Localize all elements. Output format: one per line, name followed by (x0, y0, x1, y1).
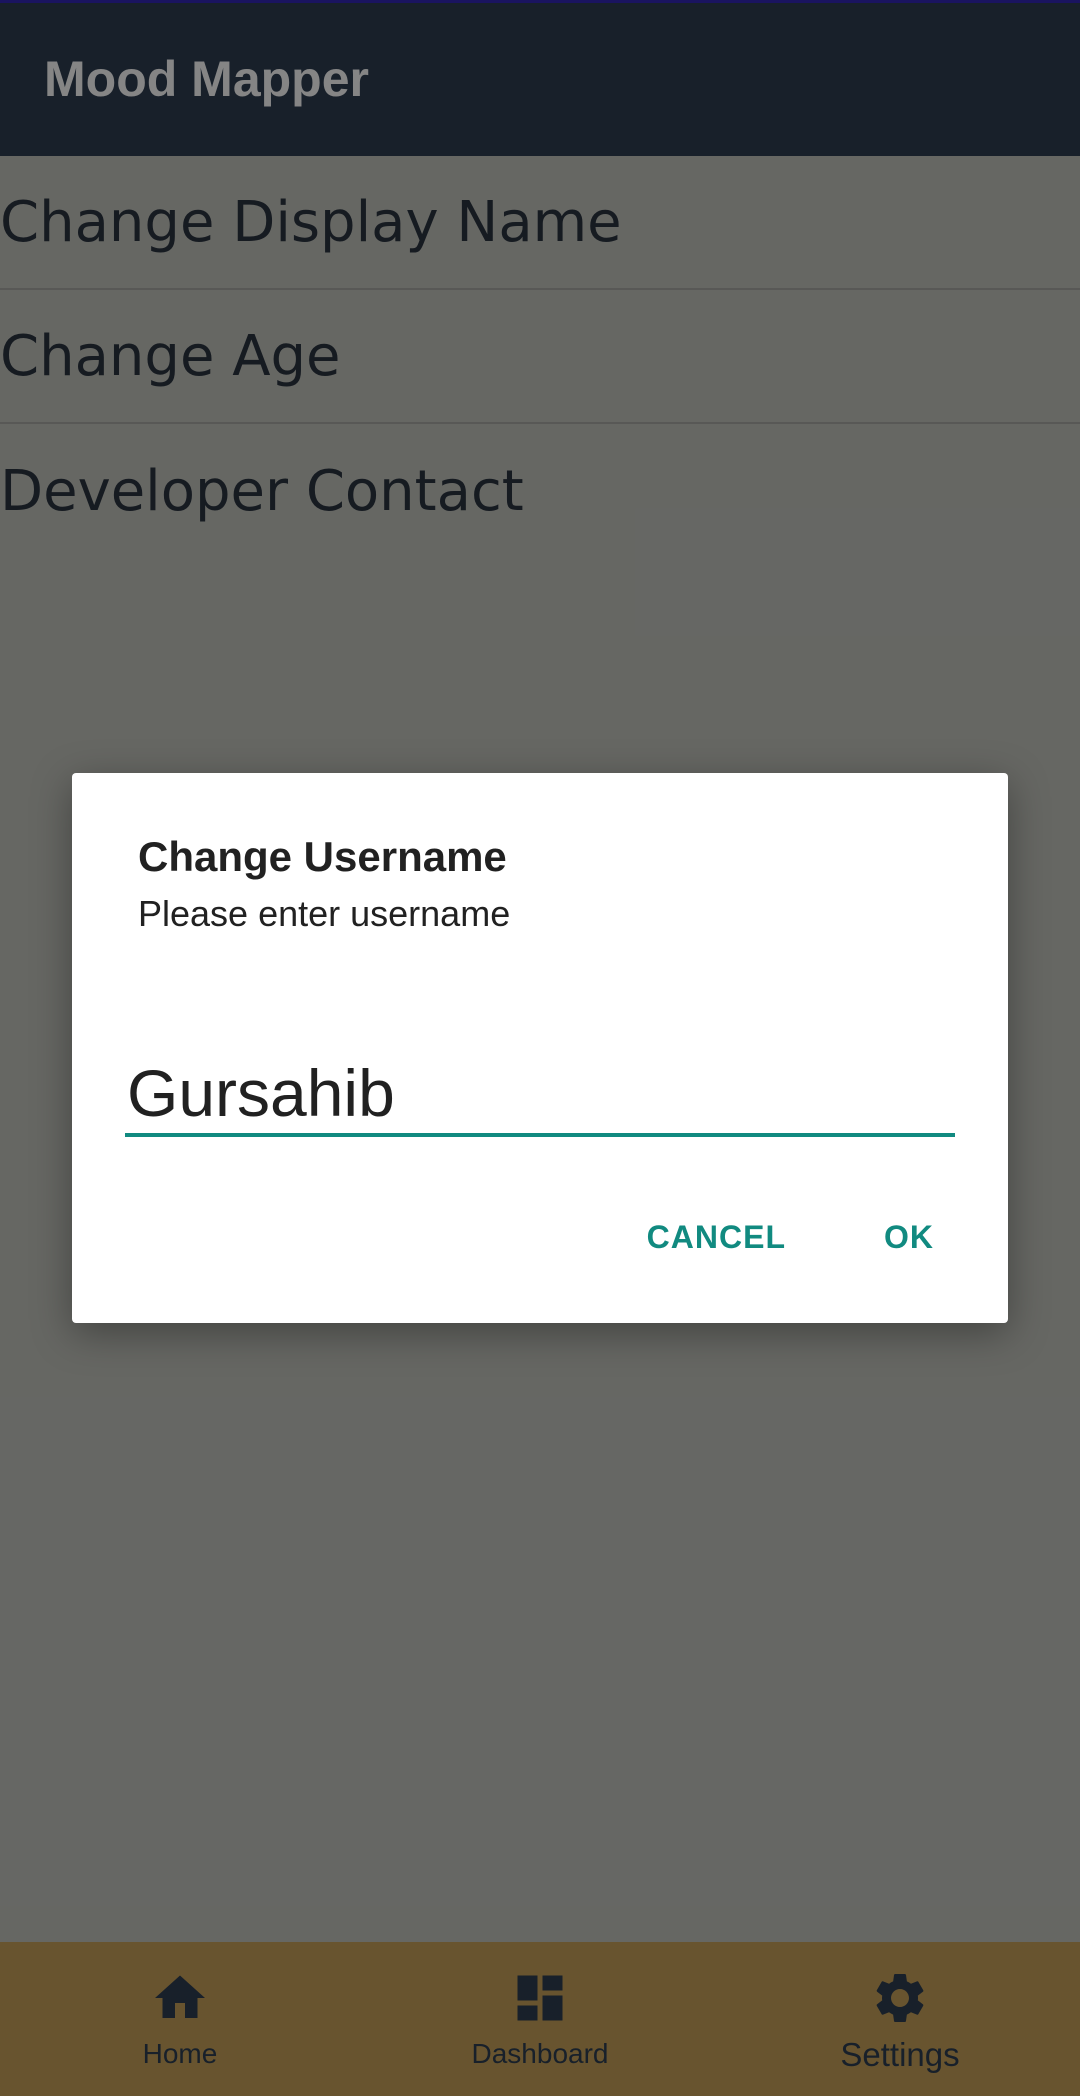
dialog-message: Please enter username (138, 893, 511, 934)
username-input[interactable] (125, 1053, 955, 1137)
dialog-title: Change Username (138, 833, 507, 880)
change-username-dialog: Change Username Please enter username CA… (72, 773, 1008, 1323)
status-bar-edge (0, 0, 1080, 3)
ok-button[interactable]: OK (884, 1219, 934, 1256)
dialog-actions: CANCEL OK (647, 1219, 934, 1256)
cancel-button[interactable]: CANCEL (647, 1219, 786, 1256)
